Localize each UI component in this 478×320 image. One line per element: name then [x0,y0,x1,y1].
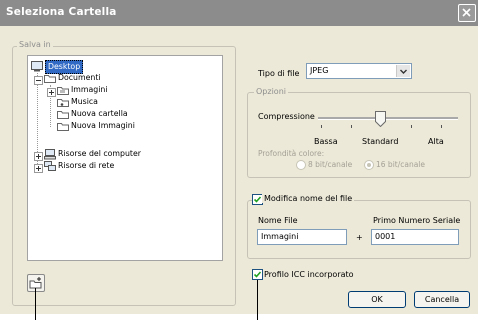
slider-low-label: Bassa [314,137,338,146]
tree-item-label: Risorse del computer [58,149,141,158]
options-legend: Opzioni [254,87,288,96]
serial-number-label: Primo Numero Seriale [373,216,461,225]
color-depth-label: Profondità colore: [258,149,325,158]
radio-16bit-label: 16 bit/canale [376,160,426,169]
tree-item-label: Documenti [58,73,101,82]
rename-checkbox-label: Modifica nome del file [262,194,355,203]
tree-item-label: Immagini [71,85,108,94]
slider-high-label: Alta [428,137,444,146]
new-folder-button[interactable] [27,274,45,292]
callout-line [35,288,36,320]
serial-number-input[interactable]: 0001 [371,229,459,245]
new-folder-icon [29,277,42,289]
compression-label: Compressione [258,112,315,121]
dialog-window: Seleziona Cartella Salva in Desktop Docu… [0,0,478,314]
compression-slider-track[interactable] [318,117,458,120]
check-icon [253,196,262,203]
icc-checkbox[interactable] [252,269,263,280]
radio-8bit[interactable] [296,160,306,170]
callout-line [257,280,258,320]
window-title: Seleziona Cartella [6,6,117,18]
title-bar: Seleziona Cartella [0,0,478,26]
options-group [247,92,471,178]
computer-icon [44,149,56,160]
tree-item-label: Risorse di rete [58,161,115,170]
folder-icon [57,123,69,131]
slider-mid-label: Standard [362,137,399,146]
icc-checkbox-label: Profilo ICC incorporato [264,270,354,279]
compression-slider-thumb[interactable] [375,111,386,127]
tree-item-label: Nuova Immagini [71,121,135,130]
collapse-icon[interactable] [34,76,43,85]
tree-item-label: Nuova cartella [71,109,128,118]
folder-tree[interactable]: Desktop Documenti Immagini Musica Nuova … [27,55,223,261]
close-button[interactable] [458,4,476,22]
slider-tick [351,125,352,128]
folder-icon [44,75,56,83]
expand-icon[interactable] [47,88,56,97]
slider-tick [321,125,322,128]
file-type-value: JPEG [310,66,329,75]
slider-tick [411,125,412,128]
save-in-legend: Salva in [17,40,53,49]
file-type-select[interactable]: JPEG [306,63,412,79]
pictures-folder-icon [57,87,69,95]
expand-icon[interactable] [34,164,43,173]
tree-item-label: Musica [71,97,98,106]
check-icon [253,271,262,278]
file-name-input[interactable]: Immagini [257,229,347,245]
expand-icon[interactable] [34,152,43,161]
desktop-icon [31,61,43,72]
file-name-label: Nome File [258,216,298,225]
plus-sign: + [356,233,363,242]
serial-number-value: 0001 [375,232,396,241]
radio-16bit[interactable] [364,160,374,170]
chevron-down-icon[interactable] [396,65,410,77]
radio-8bit-label: 8 bit/canale [308,160,353,169]
slider-tick [441,125,442,128]
network-icon [44,161,56,171]
folder-icon [57,111,69,119]
close-icon [462,8,471,17]
ok-button[interactable]: OK [348,291,406,308]
cancel-button[interactable]: Cancella [414,291,470,308]
file-type-label: Tipo di file [258,69,300,78]
file-name-value: Immagini [261,232,299,241]
music-folder-icon [57,99,69,107]
